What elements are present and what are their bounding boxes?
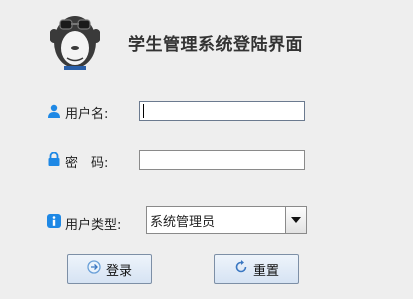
page-title: 学生管理系统登陆界面: [128, 35, 303, 55]
login-button-label: 登录: [105, 263, 132, 279]
user-icon: [47, 103, 61, 118]
username-label: 用户名:: [65, 107, 109, 122]
user-type-select[interactable]: 系统管理员: [146, 206, 307, 234]
triangle-down-icon[interactable]: [285, 207, 306, 233]
refresh-icon: [234, 260, 248, 278]
circle-arrow-right-icon: [87, 260, 101, 278]
user-type-label: 用户类型:: [65, 218, 122, 233]
reset-button[interactable]: 重置: [214, 254, 299, 284]
info-icon: [47, 213, 61, 228]
login-button[interactable]: 登录: [67, 254, 152, 284]
monkey-mascot-icon: [49, 8, 101, 70]
reset-button-label: 重置: [252, 263, 279, 279]
lock-icon: [47, 151, 61, 166]
user-type-selected: 系统管理员: [150, 214, 216, 230]
password-label: 密 码:: [65, 156, 109, 171]
password-input[interactable]: [139, 150, 305, 170]
username-input[interactable]: [139, 101, 305, 121]
text-cursor: [143, 104, 144, 118]
